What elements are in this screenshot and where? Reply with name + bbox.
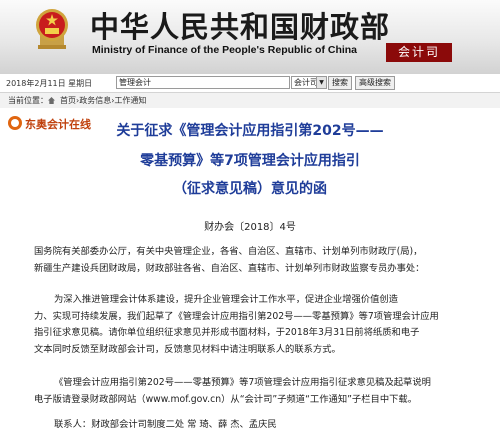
home-icon[interactable] xyxy=(48,97,55,104)
text-line: 文本同时反馈至财政部会计司，反馈意见材料中请注明联系人的联系方式。 xyxy=(34,343,341,355)
text-line: 为深入推进管理会计体系建设，提升企业管理会计工作水平，促进企业增强价值创造 xyxy=(54,294,398,305)
breadcrumb-path[interactable]: 首页›政务信息›工作通知 xyxy=(60,93,146,108)
header-banner: 中华人民共和国财政部 Ministry of Finance of the Pe… xyxy=(0,0,500,74)
ministry-title-en: Ministry of Finance of the People's Repu… xyxy=(92,44,358,56)
search-scope-value: 会计司 xyxy=(294,78,318,87)
search-toolbar: 2018年2月11日 星期日 管理会计 会计司 ▼ 搜索 高级搜索 xyxy=(0,74,500,93)
text-line: 新疆生产建设兵团财政局，财政部驻各省、自治区、直辖市、计划单列市财政监察专员办事… xyxy=(34,262,425,274)
text-line: 电子版请登录财政部网站（www.mof.gov.cn）从“会计司”子频道“工作通… xyxy=(34,393,418,405)
ministry-title-cn: 中华人民共和国财政部 xyxy=(90,10,391,44)
paragraph-body: 为深入推进管理会计体系建设，提升企业管理会计工作水平，促进企业增强价值创造 力、… xyxy=(34,292,472,358)
text-line: 力、实现可持续发展，我们起草了《管理会计应用指引第202号——零基预算》等7项管… xyxy=(34,310,439,322)
text-line: 指引征求意见稿。请你单位组织征求意见并形成书面材料，于2018年3月31日前将纸… xyxy=(34,327,420,338)
text-line: 《管理会计应用指引第202号——零基预算》等7项管理会计应用指引征求意见稿及起草… xyxy=(54,377,431,388)
current-date: 2018年2月11日 星期日 xyxy=(6,79,93,88)
text-line: 国务院有关部委办公厅，有关中央管理企业，各省、自治区、直辖市、计划单列市财政厅(… xyxy=(34,246,423,257)
search-input[interactable]: 管理会计 xyxy=(116,76,290,89)
breadcrumb: 当前位置： 首页›政务信息›工作通知 xyxy=(0,93,500,108)
department-label[interactable]: 会计司 xyxy=(386,43,452,62)
search-button[interactable]: 搜索 xyxy=(328,76,352,90)
advanced-search-button[interactable]: 高级搜索 xyxy=(355,76,395,90)
article-title-line-3: （征求意见稿）意见的函 xyxy=(173,181,327,197)
article-title-line-1: 关于征求《管理会计应用指引第202号—— xyxy=(116,123,384,139)
national-emblem-icon xyxy=(36,9,68,49)
breadcrumb-prefix: 当前位置： xyxy=(8,96,48,105)
text-line: 联系人：财政部会计司制度二处 常 琦、薛 杰、孟庆民 xyxy=(54,419,277,430)
paragraph-download: 《管理会计应用指引第202号——零基预算》等7项管理会计应用指引征求意见稿及起草… xyxy=(34,375,472,408)
paragraph-contacts: 联系人：财政部会计司制度二处 常 琦、薛 杰、孟庆民 xyxy=(34,417,472,434)
article-title-line-2: 零基预算》等7项管理会计应用指引 xyxy=(140,153,360,169)
search-scope-select[interactable]: 会计司 ▼ xyxy=(291,76,327,89)
chevron-down-icon[interactable]: ▼ xyxy=(316,77,326,88)
document-number: 财办会〔2018〕4号 xyxy=(204,222,296,233)
paragraph-addressees: 国务院有关部委办公厅，有关中央管理企业，各省、自治区、直辖市、计划单列市财政厅(… xyxy=(34,244,472,277)
